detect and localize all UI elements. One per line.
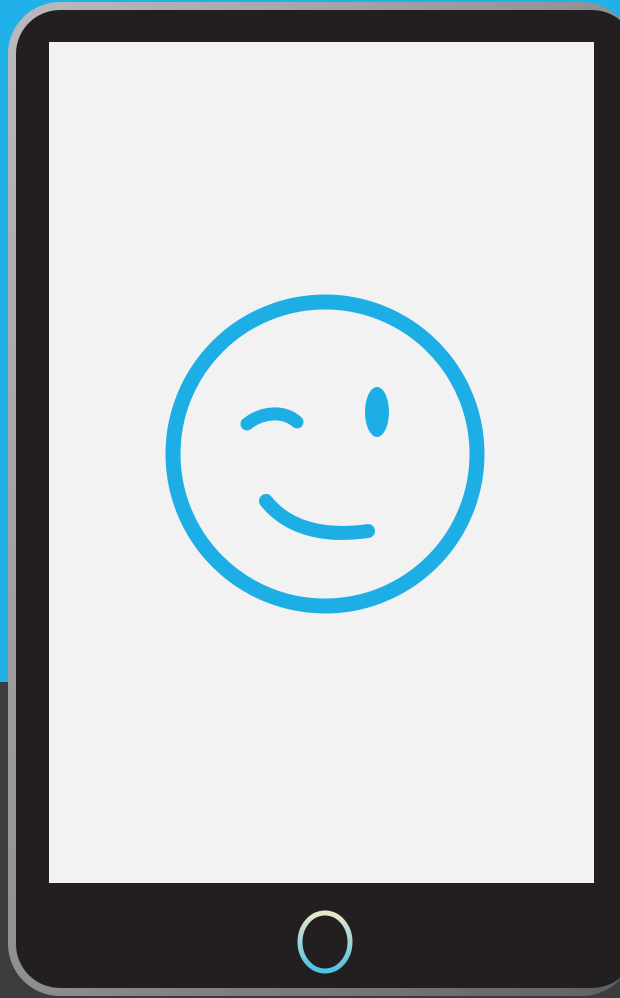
- device-screen: [49, 42, 594, 883]
- illustration: [0, 0, 620, 998]
- smartphone-device: [8, 2, 620, 996]
- open-eye: [365, 387, 389, 437]
